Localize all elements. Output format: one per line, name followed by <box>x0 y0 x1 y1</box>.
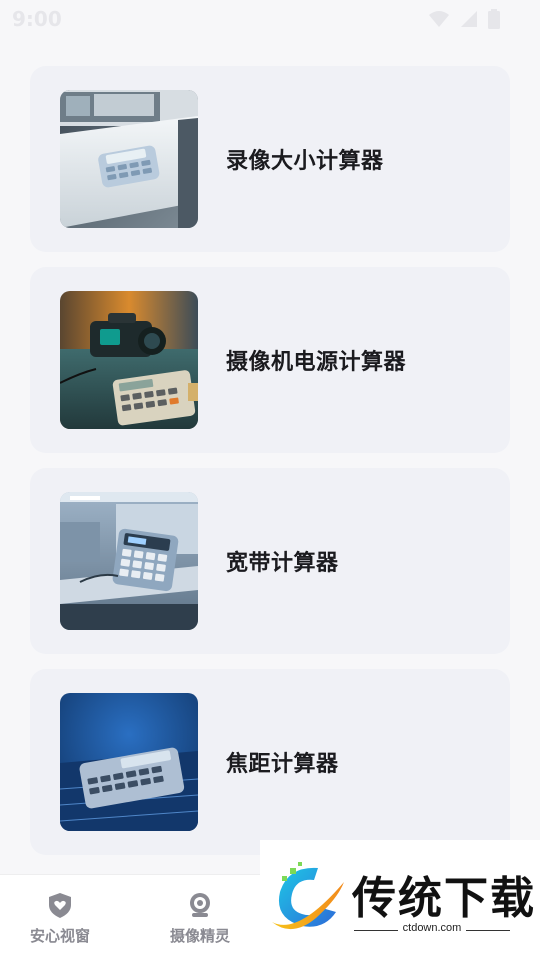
watermark-url: ctdown.com <box>402 922 462 934</box>
watermark: 传统下载 ctdown.com <box>260 840 540 960</box>
battery-icon <box>488 9 500 29</box>
office-calculator-photo <box>60 492 198 630</box>
webcam-icon <box>190 893 210 917</box>
status-bar: 9:00 <box>0 0 540 38</box>
watermark-logo-icon <box>272 862 344 930</box>
card-camera-power-calculator[interactable]: 摄像机电源计算器 <box>30 267 510 453</box>
calculator-list: 录像大小计算器 摄像机电源计算器 宽带计算器 焦距计算器 <box>30 66 510 870</box>
card-title: 摄像机电源计算器 <box>226 350 407 375</box>
signal-icon <box>461 11 477 27</box>
status-time: 9:00 <box>12 7 62 31</box>
card-title: 录像大小计算器 <box>226 149 384 174</box>
status-icons <box>428 9 500 29</box>
card-broadband-calculator[interactable]: 宽带计算器 <box>30 468 510 654</box>
nav-label: 摄像精灵 <box>169 927 230 945</box>
nav-label: 安心视窗 <box>29 927 90 945</box>
blue-calculator-photo <box>60 693 198 831</box>
nav-item-safe-view[interactable]: 安心视窗 <box>0 891 130 946</box>
shield-heart-icon <box>49 893 71 918</box>
wifi-icon <box>429 11 449 27</box>
camera-calculator-photo <box>60 291 198 429</box>
card-title: 焦距计算器 <box>226 752 339 777</box>
watermark-rule-right <box>466 930 510 931</box>
card-focal-length-calculator[interactable]: 焦距计算器 <box>30 669 510 855</box>
nav-item-camera-wizard[interactable]: 摄像精灵 <box>130 891 270 946</box>
card-title: 宽带计算器 <box>226 551 339 576</box>
desk-calculator-photo <box>60 90 198 228</box>
card-recording-size-calculator[interactable]: 录像大小计算器 <box>30 66 510 252</box>
watermark-text: 传统下载 <box>352 873 536 924</box>
